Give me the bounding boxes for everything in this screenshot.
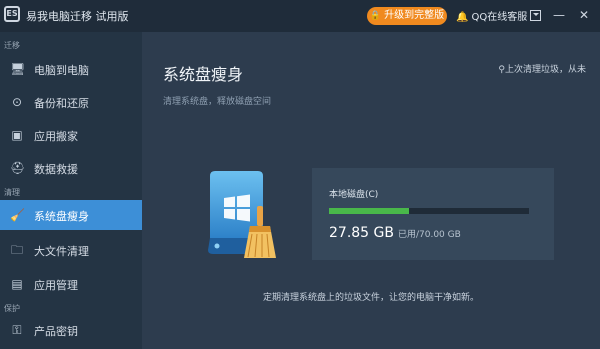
upgrade-button[interactable]: 🔒 升级到完整版: [367, 7, 447, 25]
title-bar: ES 易我电脑迁移 试用版 🔒 升级到完整版 🔔 QQ在线客服 — ✕: [0, 0, 600, 32]
sidebar-item-label: 应用搬家: [34, 130, 78, 143]
disk-name: 本地磁盘(C): [329, 190, 379, 200]
monitor-icon: 🖥: [10, 62, 26, 76]
qq-service-label: QQ在线客服: [471, 12, 528, 23]
sidebar-item-product-key[interactable]: ⚿ 产品密钥: [0, 315, 142, 345]
page-title: 系统盘瘦身: [163, 65, 244, 84]
section-label-clean: 清理: [4, 188, 20, 197]
drive-illustration-icon: [208, 171, 276, 258]
disk-card: 本地磁盘(C) 27.85 GB 已用/70.00 GB: [312, 168, 554, 260]
app-window: ES 易我电脑迁移 试用版 🔒 升级到完整版 🔔 QQ在线客服 — ✕ 迁移 🖥 电…: [0, 0, 600, 349]
section-label-migrate: 迁移: [4, 41, 20, 50]
sidebar-item-label: 电脑到电脑: [34, 64, 89, 77]
menu-dropdown-icon: [529, 10, 541, 21]
sidebar-item-label: 系统盘瘦身: [34, 210, 89, 223]
disk-total-size: 已用/70.00 GB: [397, 230, 461, 240]
broom-icon: 🧹: [10, 208, 25, 222]
service-bell-icon: 🔔: [456, 12, 469, 23]
minimize-button[interactable]: —: [551, 6, 567, 24]
app-logo-icon: ES: [4, 6, 20, 22]
app-title: 易我电脑迁移 试用版: [26, 10, 129, 23]
sidebar-item-label: 数据救援: [34, 163, 78, 176]
qq-service-link[interactable]: 🔔 QQ在线客服: [456, 8, 527, 23]
key-icon: ⚿: [12, 323, 22, 337]
sidebar-item-label: 大文件清理: [34, 245, 89, 258]
backup-icon: ⊙: [11, 95, 23, 109]
disk-usage-fill: [329, 208, 409, 214]
sidebar-item-pc-to-pc[interactable]: 🖥 电脑到电脑: [0, 54, 142, 84]
sidebar-item-label: 备份和还原: [34, 97, 89, 110]
upgrade-button-label: 升级到完整版: [384, 10, 445, 21]
close-button[interactable]: ✕: [576, 6, 592, 24]
sidebar-item-app-manage[interactable]: ▤ 应用管理: [0, 269, 142, 299]
disk-usage-bar: [329, 208, 529, 214]
rescue-icon: ⛑: [10, 161, 26, 175]
app-manage-icon: ▤: [11, 277, 23, 291]
sidebar-item-rescue[interactable]: ⛑ 数据救援: [0, 153, 142, 183]
sidebar-item-large-files[interactable]: 🗀 大文件清理: [0, 235, 142, 265]
last-clean-link[interactable]: ⚲上次清理垃圾，从未: [498, 62, 586, 75]
sidebar-item-label: 应用管理: [34, 279, 78, 292]
footer-note: 定期清理系统盘上的垃圾文件，让您的电脑干净如新。: [262, 293, 479, 303]
sidebar: 迁移 🖥 电脑到电脑 ⊙ 备份和还原 ▣ 应用搬家 ⛑ 数据救援 清理 🧹 系统…: [0, 32, 142, 349]
sidebar-item-label: 产品密钥: [34, 325, 78, 338]
disk-used-value: 27.85 GB: [329, 225, 394, 241]
broom-small-icon: ⚲: [498, 65, 505, 75]
menu-button[interactable]: [527, 6, 543, 24]
section-label-protect: 保护: [4, 304, 20, 313]
last-clean-label: 上次清理垃圾，从未: [504, 65, 586, 75]
sidebar-item-backup[interactable]: ⊙ 备份和还原: [0, 87, 142, 117]
sidebar-item-app-move[interactable]: ▣ 应用搬家: [0, 120, 142, 150]
page-subtitle: 清理系统盘，释放磁盘空间: [163, 97, 272, 107]
lock-icon: 🔒: [369, 11, 382, 21]
disk-used-size: 27.85 GB 已用/70.00 GB: [329, 225, 461, 241]
main-panel: 系统盘瘦身 清理系统盘，释放磁盘空间 ⚲上次清理垃圾，从未 本地磁盘(C) 27…: [142, 32, 600, 349]
folder-icon: 🗀: [10, 243, 23, 257]
sidebar-item-system-slim[interactable]: 🧹 系统盘瘦身: [0, 200, 142, 230]
app-move-icon: ▣: [11, 128, 23, 142]
